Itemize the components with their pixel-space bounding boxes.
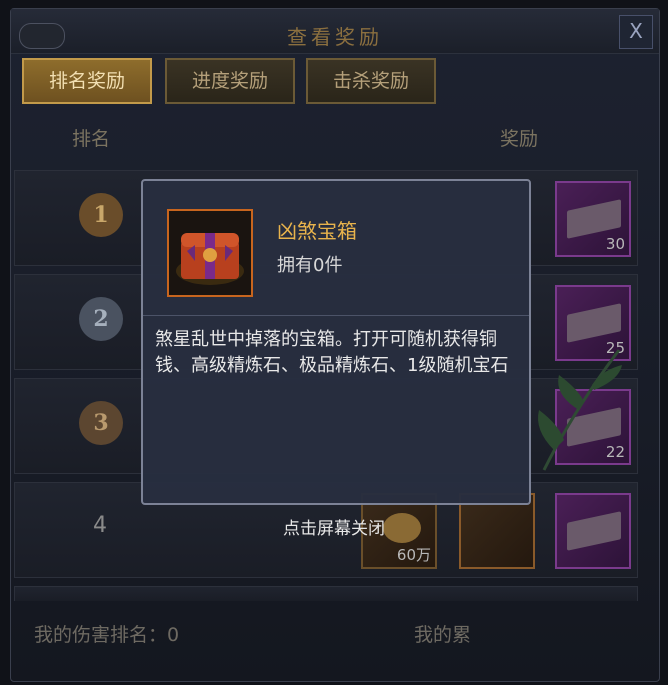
divider [143,315,529,316]
item-tooltip: 凶煞宝箱 拥有0件 煞星乱世中掉落的宝箱。打开可随机获得铜钱、高级精炼石、极品精… [141,179,531,505]
treasure-chest-icon [167,209,253,297]
rank-medal-icon: 2 [79,297,123,341]
rank-medal-icon: 3 [79,401,123,445]
tap-to-close-hint[interactable]: 点击屏幕关闭 [0,514,668,539]
tab-progress-reward[interactable]: 进度奖励 [165,58,295,104]
item-count: 60万 [396,546,431,564]
window-title: 查看奖励 [287,25,383,49]
item-name: 凶煞宝箱 [277,219,357,243]
tab-rank-reward[interactable]: 排名奖励 [22,58,152,104]
tab-kill-reward[interactable]: 击杀奖励 [306,58,436,104]
table-row-partial [14,586,638,601]
my-damage-rank: 我的伤害排名：0 [34,624,180,646]
scroll-icon [567,303,621,343]
rank-medal-icon: 1 [79,193,123,237]
scroll-icon [567,199,621,239]
leaf-decoration-icon [538,349,622,471]
item-owned-count: 拥有0件 [277,255,343,276]
title-bar: 查看奖励 X [11,9,659,54]
item-description: 煞星乱世中掉落的宝箱。打开可随机获得铜钱、高级精炼石、极品精炼石、1级随机宝石 [155,329,509,376]
my-total: 我的累 [414,624,472,646]
item-count: 30 [605,235,625,253]
header-rank: 排名 [72,128,111,150]
reward-item[interactable]: 30 [555,181,631,257]
header-reward: 奖励 [500,128,539,150]
close-button[interactable]: X [619,15,653,49]
